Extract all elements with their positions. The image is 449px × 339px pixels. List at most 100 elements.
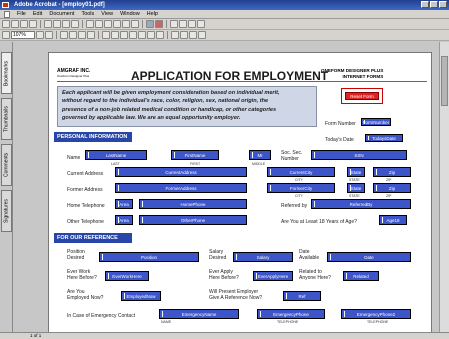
select-text-icon[interactable]: [62, 20, 70, 28]
other-telephone-field[interactable]: OtherPhone: [139, 215, 247, 225]
last-name-field[interactable]: LastName: [85, 150, 147, 160]
toolbar-divider: [40, 20, 41, 28]
menu-help[interactable]: Help: [147, 10, 158, 18]
home-telephone-field[interactable]: HomePhone: [139, 199, 247, 209]
digital-signature-icon[interactable]: [189, 31, 197, 39]
vertical-scrollbar[interactable]: [439, 42, 449, 332]
ebook-icon[interactable]: [197, 20, 205, 28]
open-icon[interactable]: [2, 20, 10, 28]
ever-apply-here-field[interactable]: EverApplyHere: [253, 271, 293, 281]
reset-form-button[interactable]: Reset Form: [345, 92, 379, 100]
zoom-in-icon[interactable]: [45, 31, 53, 39]
close-button[interactable]: [439, 1, 447, 8]
highlight-tool-icon[interactable]: [120, 31, 128, 39]
fit-width-icon[interactable]: [78, 31, 86, 39]
actual-size-icon[interactable]: [60, 31, 68, 39]
ssn-field[interactable]: SSN: [311, 150, 407, 160]
eeo-notice: Each applicant will be given employment …: [57, 86, 317, 127]
touchup-text-icon[interactable]: [171, 31, 179, 39]
previous-page-icon[interactable]: [95, 20, 103, 28]
former-address-field[interactable]: FormerAddress: [115, 183, 247, 193]
age-18-field[interactable]: Age18: [379, 215, 407, 225]
pencil-tool-icon[interactable]: [111, 31, 119, 39]
home-area-code-field[interactable]: Area: [115, 199, 133, 209]
age-question-label: Are You at Least 18 Years of Age?: [281, 219, 357, 225]
date-available-field[interactable]: Date: [327, 252, 411, 262]
next-page-icon[interactable]: [104, 20, 112, 28]
for-our-reference-header: FOR OUR REFERENCE: [54, 233, 132, 243]
ever-work-here-field[interactable]: EverWorkHere: [105, 271, 149, 281]
emergency-phone-2-field[interactable]: EmergencyPhone2: [341, 309, 411, 319]
maximize-button[interactable]: [430, 1, 438, 8]
menu-window[interactable]: Window: [120, 10, 140, 18]
menu-view[interactable]: View: [101, 10, 113, 18]
current-zip-field[interactable]: Zip: [373, 167, 411, 177]
other-area-code-field[interactable]: Area: [115, 215, 133, 225]
touchup-object-icon[interactable]: [180, 31, 188, 39]
referred-by-field[interactable]: ReferredBy: [311, 199, 411, 209]
hand-tool-icon[interactable]: [44, 20, 52, 28]
search-icon[interactable]: [170, 20, 178, 28]
last-page-icon[interactable]: [113, 20, 121, 28]
menu-edit[interactable]: Edit: [33, 10, 42, 18]
tab-thumbnails[interactable]: Thumbnails: [1, 98, 12, 140]
scrollbar-thumb[interactable]: [441, 56, 448, 106]
former-zip-field[interactable]: Zip: [373, 183, 411, 193]
ever-work-label: Ever Work Here Before?: [67, 269, 97, 281]
go-forward-icon[interactable]: [131, 20, 139, 28]
form-tool-icon[interactable]: [146, 20, 154, 28]
former-address-label: Former Address: [67, 187, 103, 193]
current-state-field[interactable]: State: [347, 167, 365, 177]
employed-now-label: Are You Employed Now?: [67, 289, 103, 301]
salary-desired-field[interactable]: Salary: [233, 252, 293, 262]
web-capture-icon[interactable]: [188, 20, 196, 28]
toolbar-divider: [56, 31, 57, 39]
emergency-name-field[interactable]: EmergencyName: [159, 309, 239, 319]
date-available-label: Date Available: [299, 249, 319, 261]
link-tool-icon[interactable]: [129, 31, 137, 39]
email-icon[interactable]: [29, 20, 37, 28]
minimize-button[interactable]: [421, 1, 429, 8]
todays-date-field[interactable]: TodaysDate: [365, 134, 403, 142]
menu-tools[interactable]: Tools: [81, 10, 94, 18]
date-available-label-line2: Available: [299, 255, 320, 261]
save-icon[interactable]: [11, 20, 19, 28]
page-layout-icon[interactable]: [2, 31, 10, 39]
article-tool-icon[interactable]: [147, 31, 155, 39]
crop-tool-icon[interactable]: [138, 31, 146, 39]
page-indicator[interactable]: 1 of 1: [30, 333, 41, 338]
form-field-icon[interactable]: [198, 31, 206, 39]
position-desired-field[interactable]: Position: [99, 252, 199, 262]
menu-file[interactable]: File: [17, 10, 26, 18]
tab-comments[interactable]: Comments: [1, 144, 12, 186]
current-address-field[interactable]: CurrentAddress: [115, 167, 247, 177]
tab-signatures[interactable]: Signatures: [1, 190, 12, 232]
current-city-field[interactable]: CurrentCity: [267, 167, 335, 177]
middle-initial-field[interactable]: MI: [249, 150, 271, 160]
stop-icon[interactable]: [155, 20, 163, 28]
zoom-level-field[interactable]: 107%: [11, 31, 35, 39]
present-employer-reference-field[interactable]: Ref: [283, 291, 321, 301]
document-menu-icon[interactable]: [4, 11, 10, 18]
form-number-field[interactable]: FormNumber: [361, 118, 391, 126]
employed-now-field[interactable]: EmployedNow: [121, 291, 161, 301]
print-icon[interactable]: [20, 20, 28, 28]
toolbar-divider: [166, 20, 167, 28]
former-city-field[interactable]: FormerCity: [267, 183, 335, 193]
go-back-icon[interactable]: [122, 20, 130, 28]
zoom-out-icon[interactable]: [36, 31, 44, 39]
snapshot-icon[interactable]: [71, 20, 79, 28]
movie-tool-icon[interactable]: [156, 31, 164, 39]
first-page-icon[interactable]: [86, 20, 94, 28]
former-state-field[interactable]: State: [347, 183, 365, 193]
find-icon[interactable]: [179, 20, 187, 28]
tab-bookmarks[interactable]: Bookmarks: [1, 52, 12, 94]
related-field[interactable]: Related: [343, 271, 379, 281]
menu-document[interactable]: Document: [49, 10, 74, 18]
emergency-phone-field[interactable]: EmergencyPhone: [257, 309, 325, 319]
rotate-icon[interactable]: [87, 31, 95, 39]
first-name-field[interactable]: FirstName: [171, 150, 219, 160]
zoom-tool-icon[interactable]: [53, 20, 61, 28]
fit-page-icon[interactable]: [69, 31, 77, 39]
note-tool-icon[interactable]: [102, 31, 110, 39]
